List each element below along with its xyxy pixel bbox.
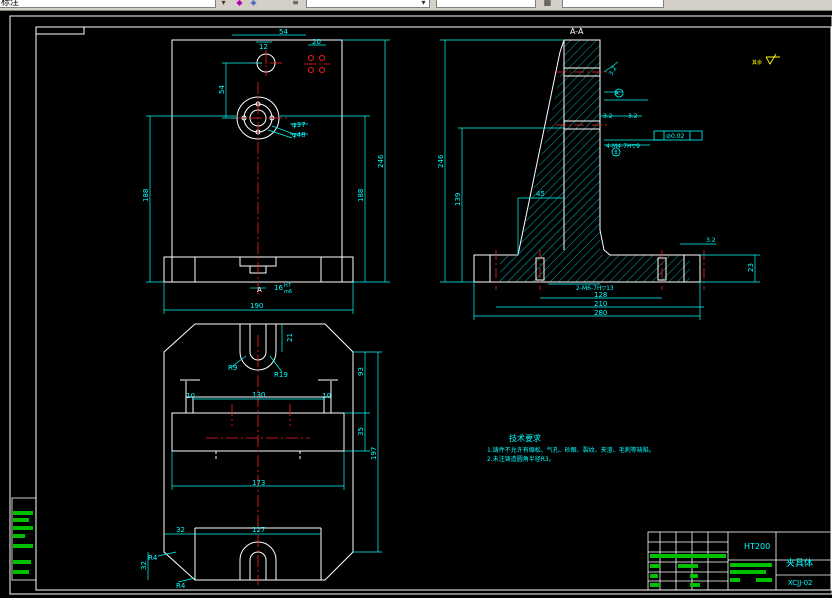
rough-a: 3.2: [608, 65, 619, 77]
dim-web-height: 139: [454, 193, 462, 206]
top-view[interactable]: 21 R9 R19 10 10 130 173 93 35 197 127 32…: [140, 323, 382, 590]
dim-r-slot: R9: [228, 364, 237, 372]
dim-hole-a: φ37: [292, 121, 306, 129]
dim-w2: 210: [594, 300, 607, 308]
drawing-canvas[interactable]: 54 12 20 54 φ37 φ48 188 188 246 190 16 H…: [0, 11, 832, 598]
dim-total-height: 246: [377, 154, 385, 168]
front-outline: [163, 39, 354, 283]
dropdown-arrow-icon[interactable]: ▾: [218, 0, 229, 9]
roughness-check-icon: [765, 53, 780, 65]
title-block: HT200 夹具体 XCJJ-02: [647, 531, 832, 591]
dim-top-width: 54: [279, 28, 288, 36]
dim-r-corner-2: R4: [176, 582, 186, 590]
dim-base-width: 173: [252, 479, 265, 487]
top-outline: [163, 323, 354, 581]
dim-inner-width: 130: [252, 391, 265, 399]
technical-notes: 技术要求 1.铸件不允许有缩松、气孔、砂眼、裂纹、夹渣、毛刺等缺陷。 2.未注铸…: [487, 433, 655, 463]
tolerance-frame: ⊘0.02: [666, 133, 685, 140]
notes-title: 技术要求: [509, 433, 541, 443]
datum-b: B: [614, 150, 618, 156]
dim-hole-offset: 12: [259, 43, 268, 51]
dim-bottom-a: 16: [274, 284, 283, 292]
dim-right-flange: 10: [322, 392, 331, 400]
plotstyle-icon[interactable]: ▦: [542, 0, 553, 9]
layer-dropdown[interactable]: 标注: [0, 0, 216, 8]
linetype-dropdown[interactable]: [306, 0, 430, 8]
sheet-frame: [9, 15, 832, 595]
title-drawing-no: XCJJ-02: [788, 579, 813, 587]
top-centerlines: [206, 335, 310, 585]
linetype-arrow-icon[interactable]: ▾: [418, 0, 429, 9]
linetype-icon[interactable]: ≡: [290, 0, 301, 9]
dim-left-flange: 10: [186, 392, 195, 400]
side-view[interactable]: A-A 246 139 45 3.2 3.2 3.2 4-M4-7H▽9 ⊘0.…: [437, 27, 760, 320]
dim-chamfer-h: 32: [140, 561, 148, 570]
dim-r-slot-2: R19: [274, 371, 288, 379]
toolbar: 标注 ▾ ◆ ◈ ≡ ▾ ▦: [0, 0, 832, 11]
dim-r-corner: R4: [148, 554, 158, 562]
binding-stamp: [11, 497, 37, 581]
title-part-name: 夹具体: [786, 557, 813, 569]
dim-hole-b: φ48: [292, 131, 306, 139]
roughness-note-text: 其余: [752, 59, 762, 66]
dim-bottom-c: m6: [284, 289, 292, 295]
dim-w1: 128: [594, 291, 607, 299]
base-rough: 3.2: [706, 237, 716, 244]
rough-b: 3.2: [603, 113, 613, 120]
dim-w3: 280: [594, 309, 607, 317]
dim-chamfer-w: 32: [176, 526, 185, 534]
dim-right-height: 188: [357, 189, 365, 202]
layer-previous-icon[interactable]: ◈: [248, 0, 259, 9]
dim-pin-spacing: 20: [312, 38, 321, 46]
top-dim-text: 21 R9 R19 10 10 130 173 93 35 197 127 32…: [140, 333, 378, 590]
dim-hole-height: 54: [218, 85, 226, 94]
dim-right-b: 35: [357, 427, 365, 436]
front-view[interactable]: 54 12 20 54 φ37 φ48 188 188 246 190 16 H…: [142, 28, 390, 314]
title-material: HT200: [744, 542, 770, 551]
plotstyle-dropdown[interactable]: [562, 0, 664, 8]
dim-right-a: 93: [357, 367, 365, 376]
lineweight-dropdown[interactable]: [436, 0, 536, 8]
dim-bottom-w: 127: [252, 526, 265, 534]
section-label: A-A: [570, 27, 584, 36]
front-centerlines: [230, 50, 330, 296]
dim-left-height: 188: [142, 189, 150, 202]
notes-line-2: 2.未注铸造圆角半径R3。: [487, 455, 555, 463]
notes-line-1: 1.铸件不允许有缩松、气孔、砂眼、裂纹、夹渣、毛刺等缺陷。: [487, 446, 655, 454]
dim-base-height: 23: [747, 263, 755, 272]
dim-width: 190: [250, 302, 263, 310]
section-mark: A: [257, 286, 262, 294]
dim-side-total: 246: [437, 154, 445, 168]
dim-total-h: 197: [370, 447, 378, 460]
datum-a: A: [615, 91, 619, 97]
roughness-note: 其余: [752, 53, 780, 66]
rough-c: 3.2: [628, 113, 638, 120]
front-dim-text: 54 12 20 54 φ37 φ48 188 188 246 190 16 H…: [142, 28, 385, 310]
dim-web-offset: 45: [536, 190, 545, 198]
dim-slot-depth: 21: [286, 333, 294, 342]
layer-states-icon[interactable]: ◆: [234, 0, 245, 9]
thread-note: 4-M4-7H▽9: [606, 143, 640, 150]
